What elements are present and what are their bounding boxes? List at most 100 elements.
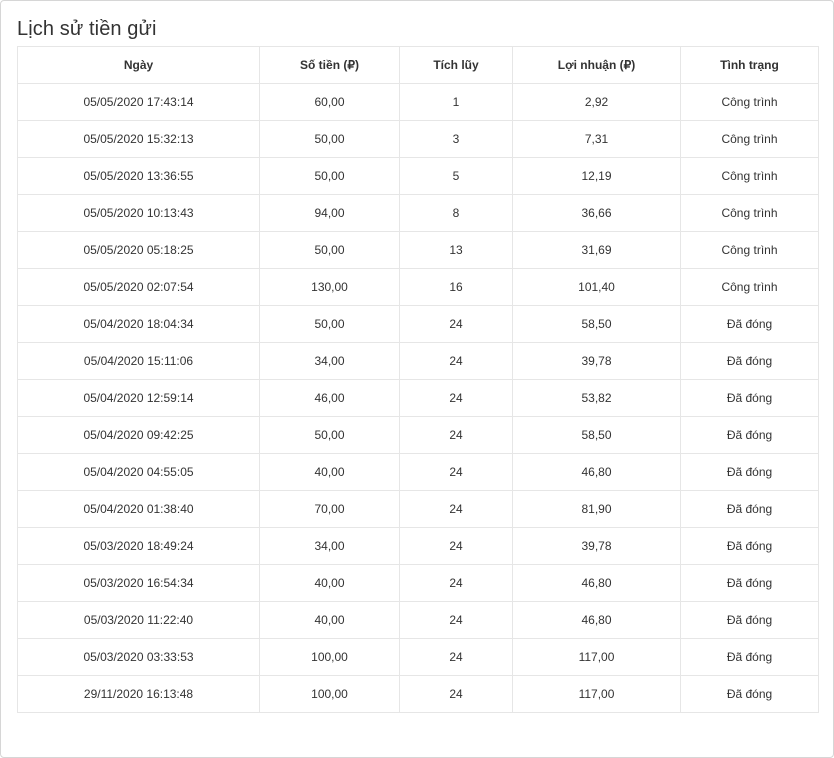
table-row: 05/05/2020 02:07:54 130,00 16 101,40 Côn… — [17, 268, 819, 306]
cell-accumulation: 24 — [399, 564, 513, 602]
table-row: 05/04/2020 12:59:14 46,00 24 53,82 Đã đó… — [17, 379, 819, 417]
table-row: 05/03/2020 11:22:40 40,00 24 46,80 Đã đó… — [17, 601, 819, 639]
cell-accumulation: 24 — [399, 675, 513, 713]
cell-status: Đã đóng — [680, 564, 819, 602]
cell-status: Công trình — [680, 83, 819, 121]
cell-amount: 50,00 — [259, 305, 400, 343]
cell-status: Đã đóng — [680, 305, 819, 343]
cell-status: Đã đóng — [680, 638, 819, 676]
table-row: 29/11/2020 16:13:48 100,00 24 117,00 Đã … — [17, 675, 819, 713]
table-row: 05/03/2020 03:33:53 100,00 24 117,00 Đã … — [17, 638, 819, 676]
cell-amount: 50,00 — [259, 231, 400, 269]
cell-date: 05/04/2020 12:59:14 — [17, 379, 260, 417]
cell-accumulation: 5 — [399, 157, 513, 195]
cell-profit: 46,80 — [512, 601, 681, 639]
cell-profit: 58,50 — [512, 416, 681, 454]
cell-status: Đã đóng — [680, 527, 819, 565]
table-row: 05/05/2020 13:36:55 50,00 5 12,19 Công t… — [17, 157, 819, 195]
cell-profit: 53,82 — [512, 379, 681, 417]
cell-profit: 12,19 — [512, 157, 681, 195]
cell-profit: 58,50 — [512, 305, 681, 343]
table-row: 05/03/2020 16:54:34 40,00 24 46,80 Đã đó… — [17, 564, 819, 602]
cell-amount: 100,00 — [259, 675, 400, 713]
cell-profit: 101,40 — [512, 268, 681, 306]
table-row: 05/05/2020 10:13:43 94,00 8 36,66 Công t… — [17, 194, 819, 232]
table-body: 05/05/2020 17:43:14 60,00 1 2,92 Công tr… — [17, 83, 819, 713]
cell-accumulation: 24 — [399, 601, 513, 639]
cell-date: 05/05/2020 05:18:25 — [17, 231, 260, 269]
table-row: 05/03/2020 18:49:24 34,00 24 39,78 Đã đó… — [17, 527, 819, 565]
cell-profit: 39,78 — [512, 342, 681, 380]
cell-amount: 50,00 — [259, 157, 400, 195]
cell-date: 05/04/2020 01:38:40 — [17, 490, 260, 528]
cell-date: 05/03/2020 18:49:24 — [17, 527, 260, 565]
table-row: 05/05/2020 15:32:13 50,00 3 7,31 Công tr… — [17, 120, 819, 158]
cell-profit: 39,78 — [512, 527, 681, 565]
page-title: Lịch sử tiền gửi — [17, 18, 157, 40]
column-header-date: Ngày — [17, 46, 260, 84]
cell-amount: 34,00 — [259, 527, 400, 565]
cell-accumulation: 16 — [399, 268, 513, 306]
column-header-amount: Số tiền (₽) — [259, 46, 400, 84]
cell-amount: 60,00 — [259, 83, 400, 121]
cell-accumulation: 24 — [399, 416, 513, 454]
cell-amount: 100,00 — [259, 638, 400, 676]
cell-date: 05/05/2020 10:13:43 — [17, 194, 260, 232]
cell-accumulation: 24 — [399, 453, 513, 491]
table-row: 05/05/2020 05:18:25 50,00 13 31,69 Công … — [17, 231, 819, 269]
cell-profit: 36,66 — [512, 194, 681, 232]
cell-status: Đã đóng — [680, 490, 819, 528]
cell-amount: 40,00 — [259, 564, 400, 602]
cell-status: Đã đóng — [680, 675, 819, 713]
cell-status: Công trình — [680, 268, 819, 306]
header-row: Ngày Số tiền (₽) Tích lũy Lợi nhuận (₽) … — [17, 46, 819, 84]
cell-amount: 50,00 — [259, 416, 400, 454]
cell-status: Đã đóng — [680, 416, 819, 454]
table-row: 05/05/2020 17:43:14 60,00 1 2,92 Công tr… — [17, 83, 819, 121]
cell-profit: 81,90 — [512, 490, 681, 528]
cell-status: Đã đóng — [680, 379, 819, 417]
cell-date: 05/04/2020 04:55:05 — [17, 453, 260, 491]
cell-status: Công trình — [680, 231, 819, 269]
cell-date: 05/03/2020 11:22:40 — [17, 601, 260, 639]
cell-amount: 50,00 — [259, 120, 400, 158]
cell-date: 29/11/2020 16:13:48 — [17, 675, 260, 713]
cell-accumulation: 3 — [399, 120, 513, 158]
cell-amount: 70,00 — [259, 490, 400, 528]
table-row: 05/04/2020 15:11:06 34,00 24 39,78 Đã đó… — [17, 342, 819, 380]
cell-date: 05/04/2020 09:42:25 — [17, 416, 260, 454]
column-header-profit: Lợi nhuận (₽) — [512, 46, 681, 84]
cell-accumulation: 24 — [399, 305, 513, 343]
cell-amount: 46,00 — [259, 379, 400, 417]
column-header-accumulation: Tích lũy — [399, 46, 513, 84]
cell-accumulation: 8 — [399, 194, 513, 232]
cell-status: Công trình — [680, 194, 819, 232]
table-row: 05/04/2020 09:42:25 50,00 24 58,50 Đã đó… — [17, 416, 819, 454]
cell-date: 05/03/2020 16:54:34 — [17, 564, 260, 602]
table-row: 05/04/2020 01:38:40 70,00 24 81,90 Đã đó… — [17, 490, 819, 528]
cell-amount: 130,00 — [259, 268, 400, 306]
deposit-history-panel: Lịch sử tiền gửi Ngày Số tiền (₽) Tích l… — [0, 0, 834, 758]
table-row: 05/04/2020 04:55:05 40,00 24 46,80 Đã đó… — [17, 453, 819, 491]
cell-status: Công trình — [680, 120, 819, 158]
cell-date: 05/05/2020 17:43:14 — [17, 83, 260, 121]
cell-profit: 2,92 — [512, 83, 681, 121]
cell-profit: 46,80 — [512, 453, 681, 491]
cell-status: Đã đóng — [680, 453, 819, 491]
cell-date: 05/05/2020 15:32:13 — [17, 120, 260, 158]
cell-date: 05/04/2020 18:04:34 — [17, 305, 260, 343]
table-row: 05/04/2020 18:04:34 50,00 24 58,50 Đã đó… — [17, 305, 819, 343]
cell-profit: 117,00 — [512, 638, 681, 676]
cell-profit: 46,80 — [512, 564, 681, 602]
cell-accumulation: 24 — [399, 638, 513, 676]
cell-profit: 117,00 — [512, 675, 681, 713]
cell-amount: 94,00 — [259, 194, 400, 232]
cell-accumulation: 24 — [399, 342, 513, 380]
cell-accumulation: 1 — [399, 83, 513, 121]
deposit-history-table: Ngày Số tiền (₽) Tích lũy Lợi nhuận (₽) … — [17, 46, 819, 713]
cell-accumulation: 24 — [399, 527, 513, 565]
cell-status: Công trình — [680, 157, 819, 195]
cell-status: Đã đóng — [680, 601, 819, 639]
cell-date: 05/05/2020 02:07:54 — [17, 268, 260, 306]
cell-amount: 40,00 — [259, 601, 400, 639]
